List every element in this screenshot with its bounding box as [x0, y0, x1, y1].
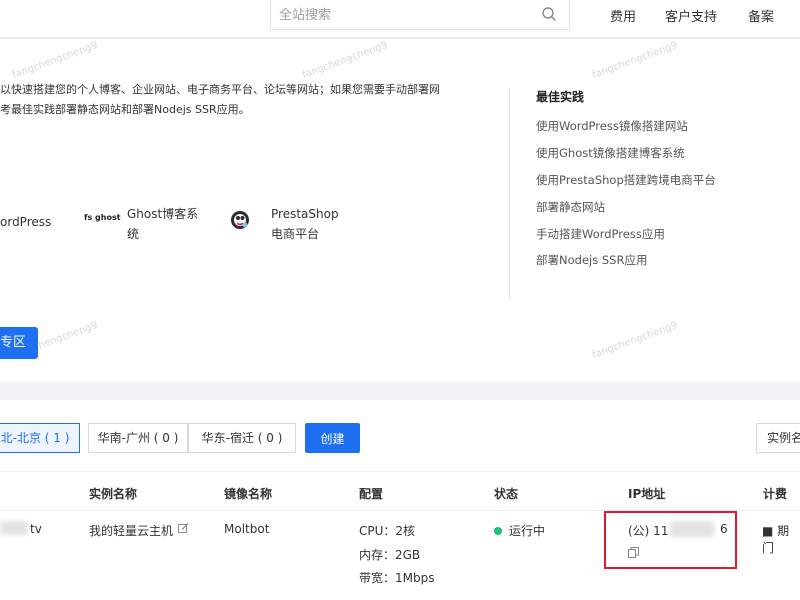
global-search[interactable] [270, 0, 570, 30]
region-tab-beijing[interactable]: 北-北京 ( 1 ) [0, 423, 80, 453]
intro-line: 考最佳实践部署静态网站和部署Nodejs SSR应用。 [0, 103, 250, 116]
best-practice-link[interactable]: 使用WordPress镜像搭建网站 [536, 118, 688, 134]
create-button[interactable]: 创建 [305, 423, 360, 453]
intro-description: 以快速搭建您的个人博客、企业网站、电子商务平台、论坛等网站；如果您需要手动部署网… [0, 80, 440, 120]
col-header-ip: IP地址 [628, 487, 666, 501]
nav-filing[interactable]: 备案 [748, 6, 774, 25]
redacted-id [0, 521, 28, 535]
col-header-name: 实例名称 [89, 487, 138, 501]
nav-billing[interactable]: 费用 [610, 6, 636, 25]
app-prestashop[interactable]: PrestaShop 电商平台 [271, 204, 339, 244]
best-practice-link[interactable]: 手动搭建WordPress应用 [536, 226, 665, 242]
app-name: Ghost博客系 [127, 207, 199, 221]
region-tab-guangzhou[interactable]: 华南-广州 ( 0 ) [88, 423, 188, 453]
instance-id[interactable]: tv [30, 522, 42, 536]
prestashop-logo-icon [231, 211, 249, 229]
ip-suffix: 6 [720, 522, 728, 536]
table-header: 实例名称 镜像名称 配置 状态 IP地址 计费 [0, 471, 800, 511]
ip-highlight-box [604, 511, 737, 569]
col-header-config: 配置 [359, 487, 384, 501]
image-name: Moltbot [224, 522, 270, 536]
status-running-icon [494, 527, 502, 535]
zone-button[interactable]: 专区 [0, 327, 38, 359]
config-cpu: CPU：2核 [359, 524, 416, 538]
ghost-logo: fs ghost [84, 213, 121, 222]
instance-name-filter[interactable]: 实例名 [756, 423, 800, 453]
intro-line: 以快速搭建您的个人博客、企业网站、电子商务平台、论坛等网站；如果您需要手动部署网 [0, 83, 440, 96]
redacted-ip [670, 521, 714, 537]
app-ghost[interactable]: Ghost博客系 统 [127, 204, 198, 244]
best-practice-title: 最佳实践 [536, 90, 585, 104]
copy-icon[interactable] [628, 547, 639, 558]
best-practice-link[interactable]: 部署静态网站 [536, 199, 605, 215]
ip-prefix: (公) 11 [628, 524, 669, 538]
billing-text: ■ 期门 [762, 524, 790, 555]
best-practice-link[interactable]: 使用Ghost镜像搭建博客系统 [536, 145, 685, 161]
search-icon[interactable] [541, 6, 557, 22]
col-header-status: 状态 [494, 487, 519, 501]
app-name: PrestaShop [271, 207, 339, 221]
best-practice-link[interactable]: 部署Nodejs SSR应用 [536, 252, 647, 268]
config-bandwidth: 带宽：1Mbps [359, 571, 435, 585]
app-name: ordPress [0, 215, 52, 229]
top-bar: 费用 客户支持 备案 [0, 0, 800, 38]
col-header-billing: 计费 [763, 487, 788, 501]
divider [509, 88, 510, 300]
instance-name: 我的轻量云主机 [89, 524, 174, 538]
region-tab-suqian[interactable]: 华东-宿迁 ( 0 ) [188, 423, 296, 453]
status-text: 运行中 [509, 524, 546, 538]
search-input[interactable] [279, 5, 529, 25]
best-practice-link[interactable]: 使用PrestaShop搭建跨境电商平台 [536, 172, 716, 188]
col-header-image: 镜像名称 [224, 487, 273, 501]
nav-support[interactable]: 客户支持 [665, 6, 717, 25]
config-memory: 内存：2GB [359, 548, 421, 562]
app-wordpress[interactable]: ordPress [0, 212, 51, 232]
app-name: 电商平台 [271, 227, 320, 241]
edit-icon[interactable] [178, 523, 189, 534]
app-name: 统 [127, 227, 140, 241]
